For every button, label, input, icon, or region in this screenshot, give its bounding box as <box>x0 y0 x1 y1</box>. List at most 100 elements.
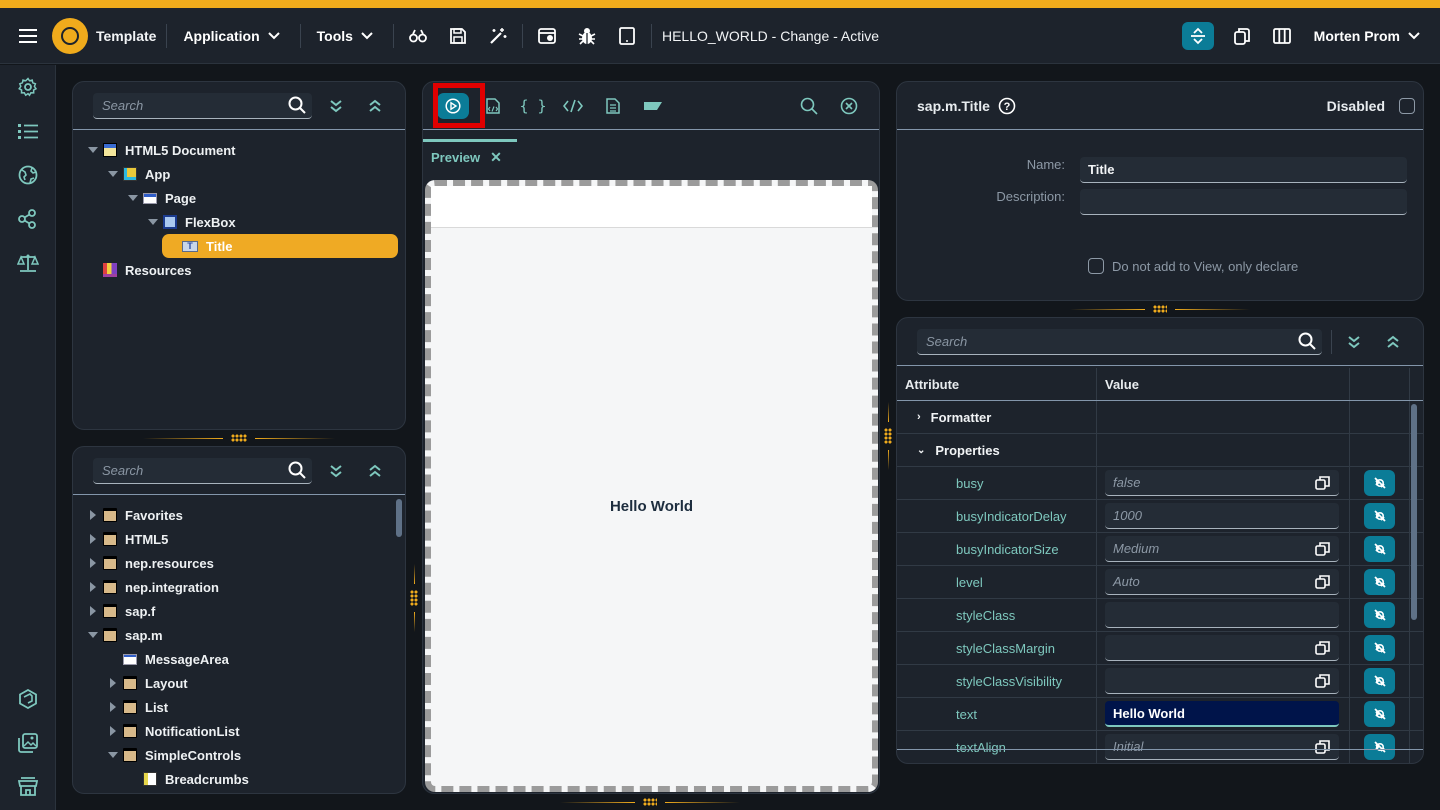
properties-attributes-splitter[interactable] <box>1070 303 1250 315</box>
attribute-value-input[interactable] <box>1105 635 1339 661</box>
library-node-sap-m[interactable]: sap.m <box>83 623 397 647</box>
tab-preview[interactable]: Preview ✕ <box>423 139 517 173</box>
preview-title-text[interactable]: Hello World <box>431 498 872 515</box>
document-button[interactable] <box>593 90 633 122</box>
collapse-all-button[interactable] <box>356 455 395 487</box>
search-icon[interactable] <box>1298 332 1316 350</box>
outline-library-splitter[interactable] <box>72 432 406 444</box>
library-node-layout[interactable]: Layout <box>83 671 397 695</box>
expand-toggle[interactable] <box>103 671 123 695</box>
attribute-value-input[interactable]: false <box>1105 470 1339 496</box>
attribute-value-input[interactable] <box>1105 668 1339 694</box>
attributes-search-input[interactable] <box>926 333 1286 349</box>
tag-button[interactable] <box>633 90 673 122</box>
editor-close-button[interactable] <box>829 90 869 122</box>
binding-button[interactable] <box>1364 701 1395 727</box>
search-icon[interactable] <box>288 96 306 114</box>
tree-node-resources[interactable]: Resources <box>83 258 397 282</box>
menu-button[interactable] <box>0 8 56 64</box>
sidebar-item-packages[interactable] <box>14 685 42 713</box>
expand-toggle[interactable] <box>103 719 123 743</box>
expand-all-button[interactable] <box>316 90 355 122</box>
sidebar-item-compare[interactable] <box>14 249 42 277</box>
binding-button[interactable] <box>1364 503 1395 529</box>
binding-button[interactable] <box>1364 635 1395 661</box>
expand-toggle[interactable] <box>83 599 103 623</box>
editor-bottom-splitter[interactable] <box>560 796 740 808</box>
center-right-splitter[interactable] <box>884 82 892 794</box>
value-help-icon[interactable] <box>1315 673 1331 689</box>
sidebar-item-connections[interactable] <box>14 205 42 233</box>
description-input[interactable] <box>1080 189 1407 215</box>
sidebar-item-list[interactable] <box>14 117 42 145</box>
menu-application[interactable]: Application <box>177 28 285 44</box>
outline-search-input[interactable] <box>102 97 282 113</box>
expand-toggle[interactable] <box>83 138 103 162</box>
device-button[interactable] <box>607 16 647 56</box>
sidebar-item-marketplace[interactable] <box>14 773 42 801</box>
attribute-value-input[interactable]: Initial <box>1105 734 1339 760</box>
name-input[interactable]: Title <box>1080 157 1407 183</box>
binding-button[interactable] <box>1364 668 1395 694</box>
column-header-value[interactable]: Value <box>1097 368 1350 400</box>
browser-button[interactable] <box>527 16 567 56</box>
close-tab-icon[interactable]: ✕ <box>490 149 502 166</box>
expand-toggle[interactable] <box>83 527 103 551</box>
editor-search-button[interactable] <box>789 90 829 122</box>
save-button[interactable] <box>438 16 478 56</box>
expand-toggle[interactable] <box>83 551 103 575</box>
attribute-value-input[interactable]: 1000 <box>1105 503 1339 529</box>
library-node-sap-f[interactable]: sap.f <box>83 599 397 623</box>
expand-toggle[interactable] <box>103 743 123 767</box>
expand-toggle[interactable] <box>123 186 143 210</box>
library-search-input[interactable] <box>102 462 282 478</box>
binding-button[interactable] <box>1364 569 1395 595</box>
tree-node-html5-document[interactable]: HTML5 Document <box>83 138 397 162</box>
value-help-icon[interactable] <box>1315 739 1331 755</box>
attribute-value-input[interactable]: Auto <box>1105 569 1339 595</box>
search-icon[interactable] <box>288 461 306 479</box>
expand-toggle[interactable] <box>103 695 123 719</box>
expand-toggle[interactable] <box>83 503 103 527</box>
attribute-value-input[interactable] <box>1105 602 1339 628</box>
collapse-all-button[interactable] <box>1373 326 1413 358</box>
library-node-simplecontrols[interactable]: SimpleControls <box>83 743 397 767</box>
sidebar-item-media[interactable] <box>14 729 42 757</box>
value-help-icon[interactable] <box>1315 475 1331 491</box>
group-row-properties[interactable]: ⌄ Properties <box>897 434 1423 467</box>
value-help-icon[interactable] <box>1315 541 1331 557</box>
collapse-all-button[interactable] <box>356 90 395 122</box>
expand-toggle[interactable] <box>103 162 123 186</box>
sidebar-item-web[interactable] <box>14 161 42 189</box>
disabled-checkbox[interactable] <box>1399 97 1415 114</box>
library-scrollbar[interactable] <box>396 499 402 537</box>
binding-button[interactable] <box>1364 470 1395 496</box>
expand-all-button[interactable] <box>1334 326 1374 358</box>
expand-toggle[interactable] <box>143 210 163 234</box>
tree-node-title[interactable]: T Title <box>162 234 398 258</box>
library-node-messagearea[interactable]: MessageArea <box>83 647 397 671</box>
attributes-scrollbar[interactable] <box>1411 404 1417 620</box>
user-menu[interactable]: Morten Prom <box>1302 28 1440 44</box>
debug-button[interactable] <box>567 16 607 56</box>
value-help-icon[interactable] <box>1315 574 1331 590</box>
binding-button[interactable] <box>1364 734 1395 760</box>
declare-only-checkbox[interactable] <box>1088 258 1104 274</box>
attribute-value-input[interactable]: Hello World <box>1105 701 1339 727</box>
help-icon[interactable]: ? <box>998 97 1016 115</box>
library-node-html5[interactable]: HTML5 <box>83 527 397 551</box>
tree-node-app[interactable]: App <box>83 162 397 186</box>
columns-button[interactable] <box>1262 16 1302 56</box>
copy-button[interactable] <box>1222 16 1262 56</box>
left-center-splitter[interactable] <box>410 82 418 794</box>
sidebar-item-settings[interactable] <box>14 73 42 101</box>
library-node-favorites[interactable]: Favorites <box>83 503 397 527</box>
library-node-nep-resources[interactable]: nep.resources <box>83 551 397 575</box>
tree-node-flexbox[interactable]: FlexBox <box>83 210 397 234</box>
library-node-breadcrumbs[interactable]: Breadcrumbs <box>83 767 397 791</box>
binding-button[interactable] <box>1364 602 1395 628</box>
expand-toggle[interactable] <box>83 623 103 647</box>
code-button[interactable] <box>553 90 593 122</box>
binding-button[interactable] <box>1364 536 1395 562</box>
layout-toggle-button[interactable] <box>1181 22 1214 50</box>
